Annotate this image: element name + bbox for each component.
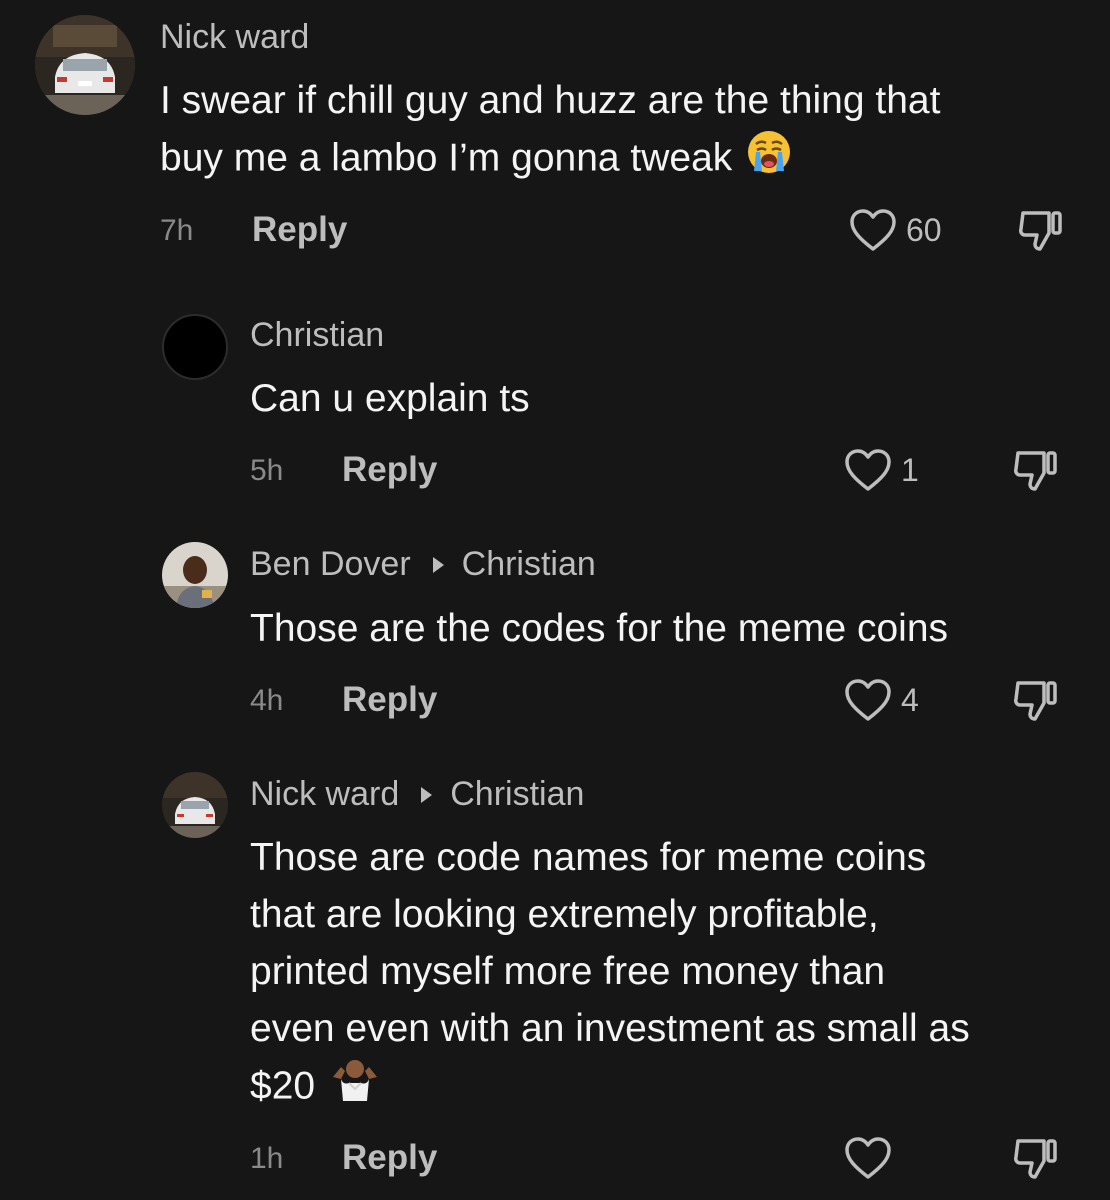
comment-item: Ben Dover Christian Those are the codes … <box>0 530 1110 760</box>
heart-outline-icon <box>845 679 891 721</box>
heart-outline-icon <box>845 449 891 491</box>
reply-button[interactable]: Reply <box>342 680 437 720</box>
avatar[interactable] <box>162 314 228 380</box>
thumbs-down-outline-icon <box>1014 681 1057 721</box>
like-count: 1 <box>901 451 919 488</box>
like-button[interactable] <box>843 1135 901 1181</box>
comment-text-line-with-emoji: buy me a lambo I’m gonna tweak <box>160 129 940 191</box>
like-button[interactable]: 4 <box>843 677 919 723</box>
dislike-button[interactable] <box>1010 675 1060 725</box>
reply-to-username[interactable]: Christian <box>450 775 584 814</box>
thumbs-down-outline-icon <box>1014 451 1057 491</box>
comment-timestamp: 1h <box>250 1142 284 1175</box>
comment-text: Those are code names for meme coins that… <box>250 829 970 1119</box>
comment-item: Christian Can u explain ts 5h Reply 1 <box>0 290 1110 530</box>
dislike-button[interactable] <box>1010 445 1060 495</box>
loudly-crying-face-emoji <box>746 129 792 191</box>
comment-username[interactable]: Nick ward Christian <box>250 775 584 814</box>
comment-text-line: I swear if chill guy and huzz are the th… <box>160 79 941 122</box>
comment-text-line: $20 <box>250 1064 316 1108</box>
comment-text: Those are the codes for the meme coins <box>250 600 948 657</box>
heart-outline-icon <box>850 209 896 251</box>
comment-text: Can u explain ts <box>250 370 530 427</box>
dislike-button[interactable] <box>1015 205 1065 255</box>
comment-text-line-with-emoji: $20 <box>250 1057 970 1119</box>
comment-timestamp: 5h <box>250 454 284 487</box>
person-photo-avatar <box>162 542 228 608</box>
comment-timestamp: 4h <box>250 684 284 717</box>
comment-text-line: Those are code names for meme coins <box>250 836 927 879</box>
like-button[interactable]: 60 <box>848 207 942 253</box>
comment-text: I swear if chill guy and huzz are the th… <box>160 72 940 191</box>
like-count: 60 <box>906 211 942 248</box>
car-photo-avatar <box>162 772 228 838</box>
reply-button[interactable]: Reply <box>252 210 347 250</box>
heart-outline-icon <box>845 1137 891 1179</box>
reply-button[interactable]: Reply <box>342 450 437 490</box>
comment-username[interactable]: Nick ward <box>160 18 309 57</box>
comment-text-line: buy me a lambo I’m gonna tweak <box>160 136 733 180</box>
username-label[interactable]: Nick ward <box>160 18 309 57</box>
comment-timestamp: 7h <box>160 214 194 247</box>
avatar[interactable] <box>35 15 135 115</box>
comment-item: Nick ward I swear if chill guy and huzz … <box>0 0 1110 290</box>
thumbs-down-outline-icon <box>1019 211 1062 251</box>
reply-button[interactable]: Reply <box>342 1138 437 1178</box>
comment-text-line: Can u explain ts <box>250 377 530 420</box>
reply-to-username[interactable]: Christian <box>462 545 596 584</box>
comment-text-line: Those are the codes for the meme coins <box>250 607 949 650</box>
shrug-emoji <box>329 1057 381 1119</box>
avatar[interactable] <box>162 772 228 838</box>
triangle-right-icon <box>421 786 433 803</box>
dislike-button[interactable] <box>1010 1133 1060 1183</box>
comment-text-line: printed myself more free money than <box>250 950 886 993</box>
car-photo-avatar <box>35 15 135 115</box>
like-button[interactable]: 1 <box>843 447 919 493</box>
comment-username[interactable]: Ben Dover Christian <box>250 545 596 584</box>
triangle-right-icon <box>432 556 444 573</box>
comment-item: Nick ward Christian Those are code names… <box>0 760 1110 1200</box>
username-label[interactable]: Nick ward <box>250 775 399 814</box>
comment-text-line: that are looking extremely profitable, <box>250 893 879 936</box>
comment-text-line: even even with an investment as small as <box>250 1007 970 1050</box>
avatar[interactable] <box>162 542 228 608</box>
thumbs-down-outline-icon <box>1014 1139 1057 1179</box>
username-label[interactable]: Christian <box>250 316 384 355</box>
comment-username[interactable]: Christian <box>250 316 384 355</box>
username-label[interactable]: Ben Dover <box>250 545 411 584</box>
like-count: 4 <box>901 681 919 718</box>
